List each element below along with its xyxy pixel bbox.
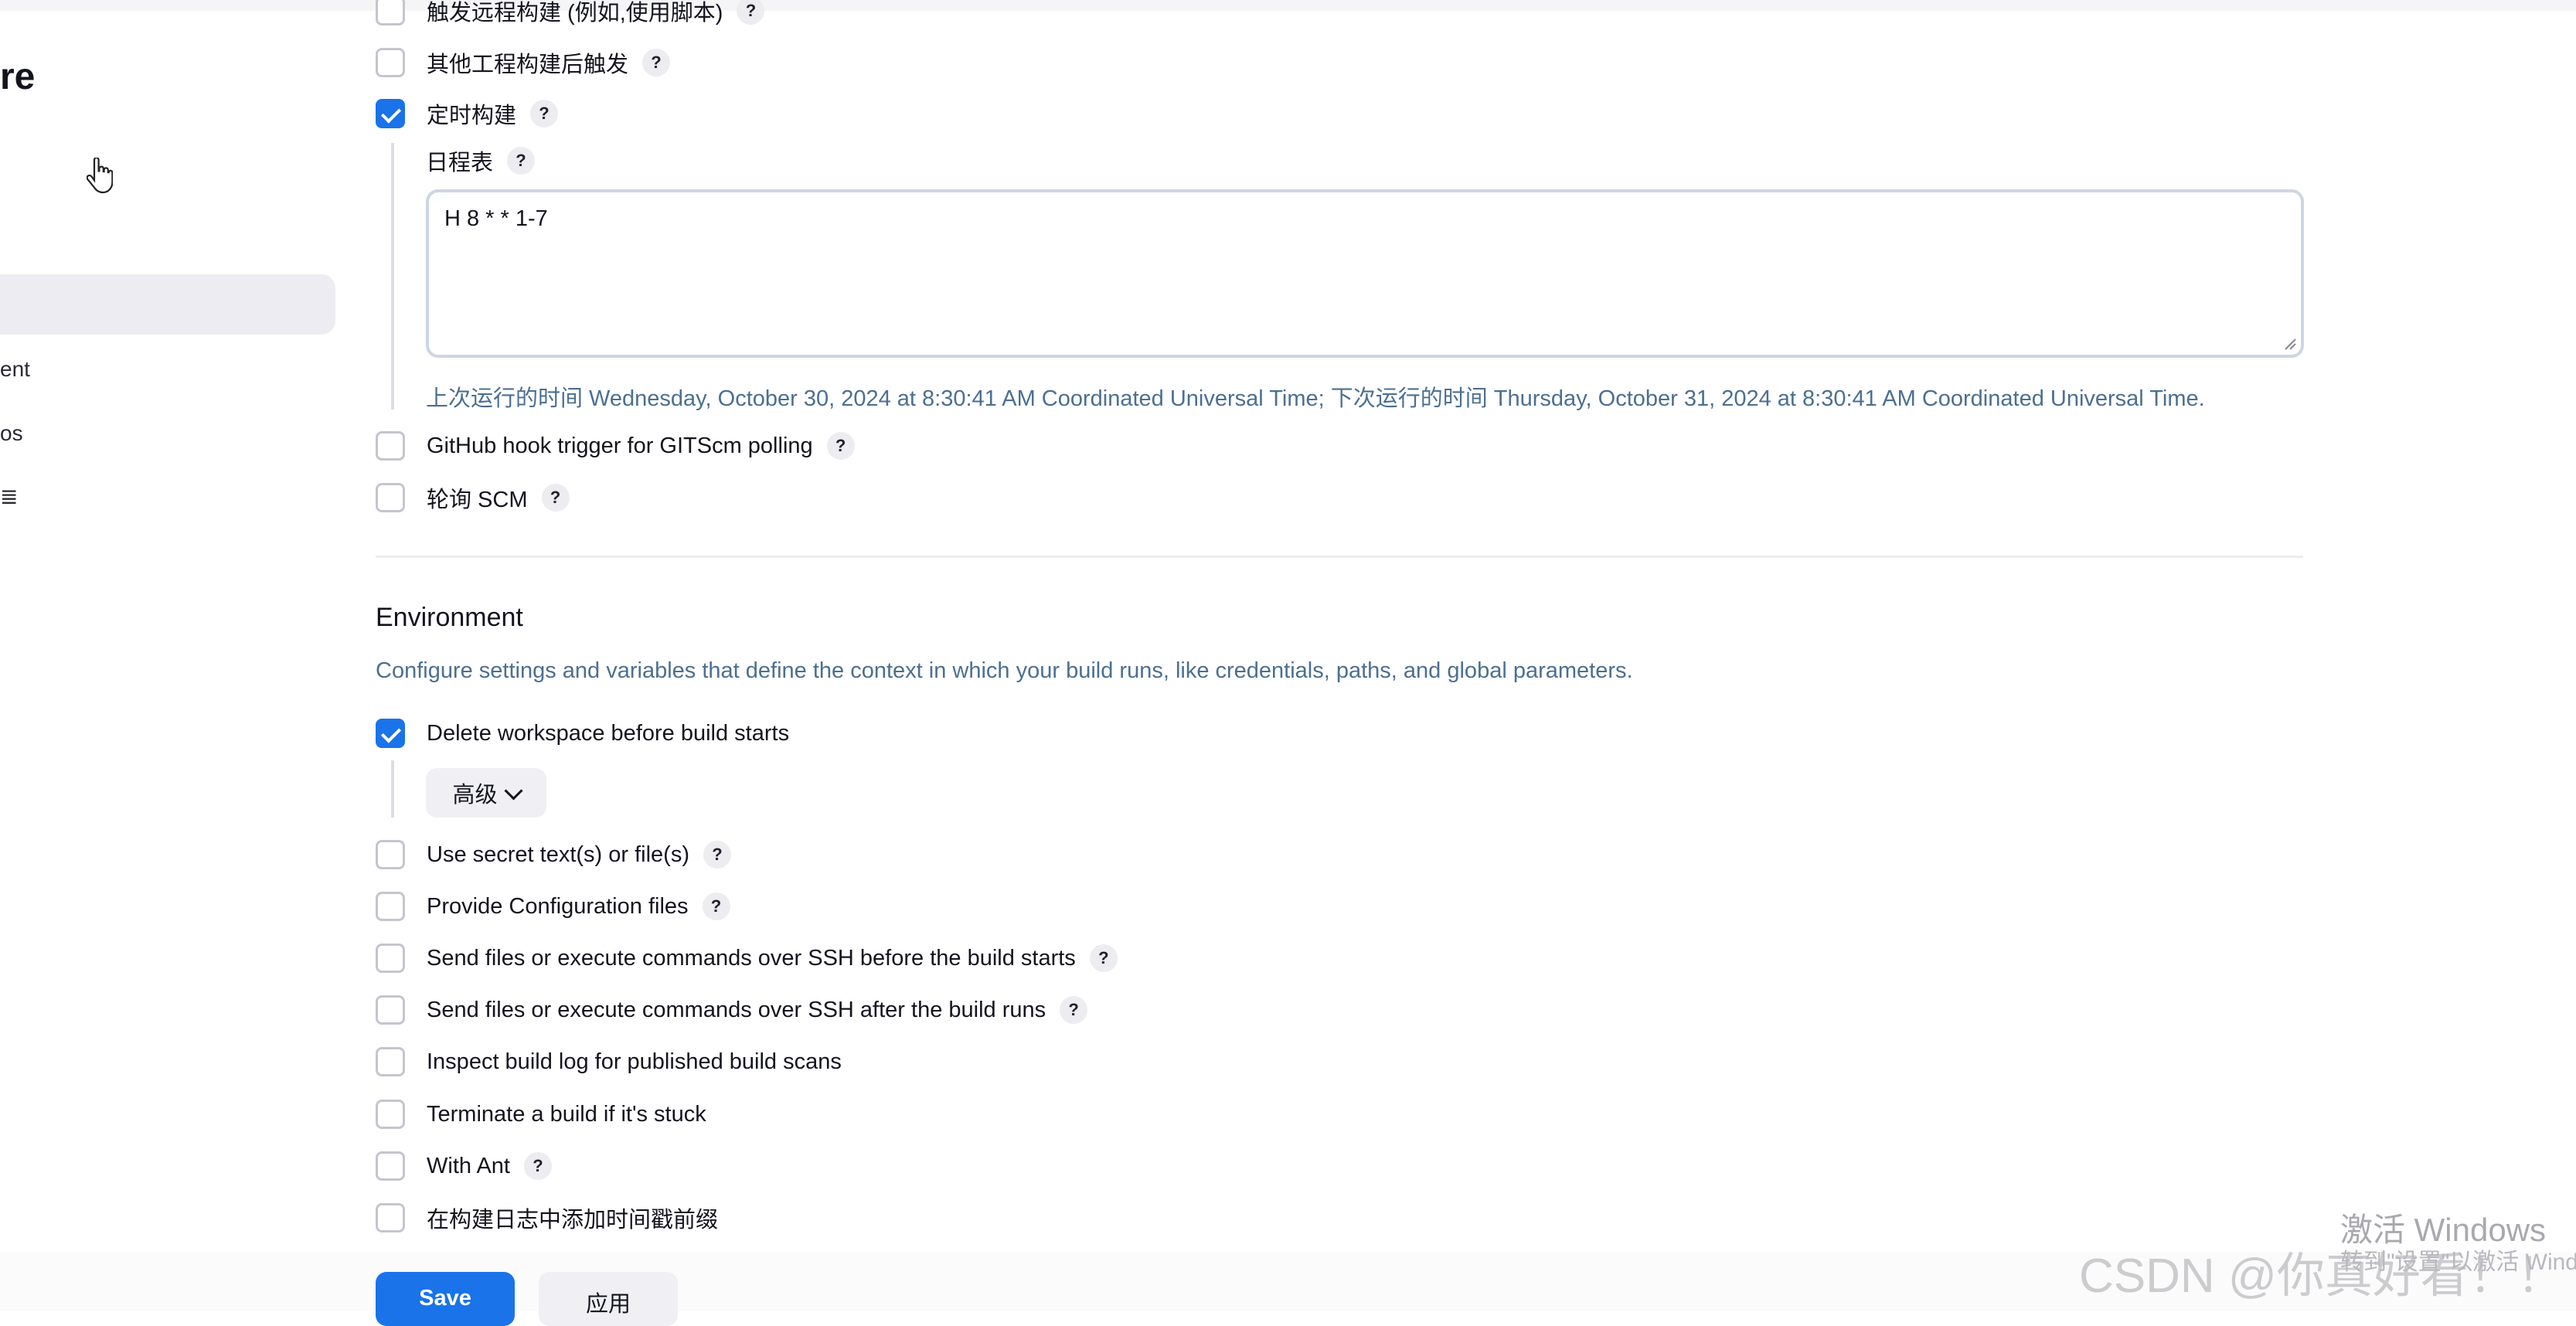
sidebar-item-environment[interactable]: ent xyxy=(0,357,30,382)
remote-build-checkbox[interactable] xyxy=(376,0,405,26)
help-icon[interactable]: ? xyxy=(524,1152,552,1180)
apply-button[interactable]: 应用 xyxy=(539,1272,678,1326)
help-icon[interactable]: ? xyxy=(530,100,559,128)
schedule-label-text: 日程表 xyxy=(426,151,494,175)
schedule-value: H 8 * * 1-7 xyxy=(444,206,548,231)
option-secret-text: Use secret text(s) or file(s) ? xyxy=(376,838,731,872)
terminate-stuck-label: Terminate a build if it's stuck xyxy=(427,1101,706,1127)
option-terminate-stuck: Terminate a build if it's stuck xyxy=(376,1097,706,1131)
trigger-github-hook: GitHub hook trigger for GITScm polling ? xyxy=(376,429,855,463)
with-ant-label: With Ant xyxy=(427,1153,510,1178)
section-divider xyxy=(376,556,2303,558)
periodic-build-label: 定时构建 xyxy=(427,104,517,128)
schedule-textarea[interactable]: H 8 * * 1-7 xyxy=(426,189,2304,358)
timestamps-checkbox[interactable] xyxy=(376,1203,405,1232)
poll-scm-checkbox[interactable] xyxy=(376,483,405,512)
schedule-field-label: 日程表 ? xyxy=(426,145,536,176)
help-icon[interactable]: ? xyxy=(826,432,855,460)
delete-workspace-checkbox[interactable] xyxy=(376,719,405,748)
secret-text-checkbox[interactable] xyxy=(376,840,405,869)
ssh-after-label: Send files or execute commands over SSH … xyxy=(427,997,1046,1022)
help-icon[interactable]: ? xyxy=(703,841,731,869)
option-inspect-build-log: Inspect build log for published build sc… xyxy=(376,1045,842,1079)
poll-scm-label: 轮询 SCM xyxy=(427,488,528,512)
environment-section-description: Configure settings and variables that de… xyxy=(376,658,1633,683)
trigger-poll-scm: 轮询 SCM ? xyxy=(376,481,570,515)
github-hook-label: GitHub hook trigger for GITScm polling xyxy=(427,433,813,458)
config-files-label: Provide Configuration files xyxy=(427,893,689,919)
help-icon[interactable]: ? xyxy=(507,147,536,175)
after-other-projects-checkbox[interactable] xyxy=(376,48,405,77)
help-icon[interactable]: ? xyxy=(1060,996,1088,1024)
option-with-ant: With Ant ? xyxy=(376,1149,552,1183)
ssh-after-checkbox[interactable] xyxy=(376,995,405,1025)
inspect-build-log-checkbox[interactable] xyxy=(376,1047,405,1076)
with-ant-checkbox[interactable] xyxy=(376,1151,405,1181)
trigger-after-other-projects: 其他工程构建后触发 ? xyxy=(376,46,671,80)
nested-indent-line xyxy=(391,760,394,818)
terminate-stuck-checkbox[interactable] xyxy=(376,1100,405,1129)
trigger-remote-build: 触发远程构建 (例如,使用脚本) ? xyxy=(376,0,765,28)
advanced-label: 高级 xyxy=(452,783,498,808)
resize-handle-icon[interactable] xyxy=(2282,336,2296,350)
option-config-files: Provide Configuration files ? xyxy=(376,889,730,923)
advanced-button[interactable]: 高级 xyxy=(426,768,546,818)
hand-cursor-icon xyxy=(87,158,113,194)
ssh-before-label: Send files or execute commands over SSH … xyxy=(427,945,1076,971)
windows-activation-subtitle: 转到"设置"以激活 Windows。 xyxy=(2340,1250,2576,1275)
secret-text-label: Use secret text(s) or file(s) xyxy=(427,842,689,867)
ssh-before-checkbox[interactable] xyxy=(376,944,405,973)
option-delete-workspace: Delete workspace before build starts xyxy=(376,716,789,750)
remote-build-label: 触发远程构建 (例如,使用脚本) xyxy=(427,1,723,26)
schedule-run-info: 上次运行的时间 Wednesday, October 30, 2024 at 8… xyxy=(426,386,2205,411)
nested-indent-line xyxy=(391,143,394,410)
periodic-build-checkbox[interactable] xyxy=(376,99,405,128)
inspect-build-log-label: Inspect build log for published build sc… xyxy=(427,1049,842,1074)
timestamps-label: 在构建日志中添加时间戳前缀 xyxy=(427,1208,719,1232)
help-icon[interactable]: ? xyxy=(541,484,570,512)
trigger-periodic-build: 定时构建 ? xyxy=(376,97,559,131)
option-timestamps: 在构建日志中添加时间戳前缀 xyxy=(376,1201,718,1235)
sidebar-item-build-steps[interactable]: os xyxy=(0,421,23,446)
help-icon[interactable]: ? xyxy=(702,892,730,920)
config-files-checkbox[interactable] xyxy=(376,892,405,921)
delete-workspace-label: Delete workspace before build starts xyxy=(427,720,790,746)
chevron-down-icon xyxy=(503,780,523,801)
option-ssh-before: Send files or execute commands over SSH … xyxy=(376,941,1118,975)
save-button[interactable]: Save xyxy=(376,1272,515,1326)
environment-section-title: Environment xyxy=(376,603,523,632)
option-ssh-after: Send files or execute commands over SSH … xyxy=(376,993,1088,1027)
github-hook-checkbox[interactable] xyxy=(376,431,405,461)
help-icon[interactable]: ? xyxy=(737,0,765,25)
sidebar-item-post-build[interactable]: ≣ xyxy=(0,484,18,509)
after-other-projects-label: 其他工程构建后触发 xyxy=(427,53,629,77)
help-icon[interactable]: ? xyxy=(642,49,671,76)
help-icon[interactable]: ? xyxy=(1089,944,1118,972)
sidebar-title: re xyxy=(0,56,36,97)
sidebar-item-active[interactable] xyxy=(0,274,335,335)
